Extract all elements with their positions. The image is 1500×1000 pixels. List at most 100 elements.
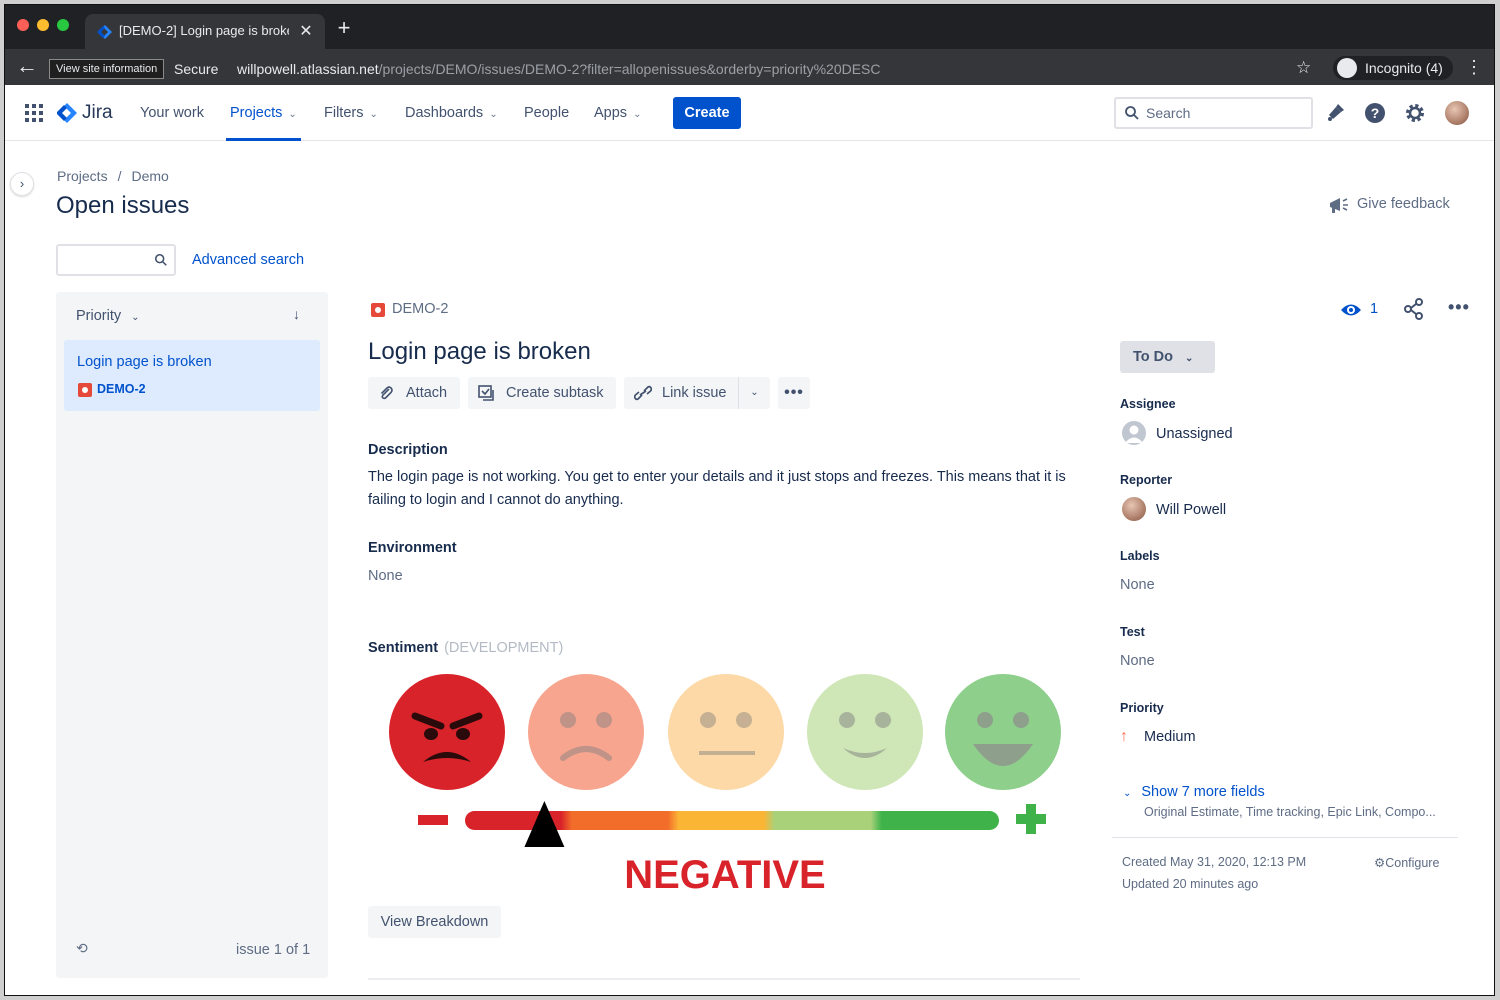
tab-title: [DEMO-2] Login page is broken — [119, 23, 289, 38]
configure-label: Configure — [1385, 856, 1440, 870]
user-avatar[interactable] — [1445, 101, 1469, 125]
breadcrumb-projects[interactable]: Projects — [57, 168, 108, 184]
site-info-tooltip: View site information — [49, 59, 165, 79]
nav-dashboards[interactable]: Dashboards ⌄ — [405, 85, 498, 141]
incognito-badge[interactable]: Incognito (4) — [1333, 56, 1453, 80]
sentiment-result-text: NEGATIVE — [624, 853, 826, 897]
refresh-icon[interactable]: ⟲ — [76, 940, 88, 957]
minimize-window-button[interactable] — [37, 19, 49, 31]
jira-wordmark: Jira — [82, 102, 113, 123]
environment-label: Environment — [368, 540, 457, 556]
assignee-value[interactable]: Unassigned — [1156, 426, 1233, 442]
incognito-label: Incognito (4) — [1365, 60, 1443, 76]
back-arrow-icon[interactable]: ← — [15, 55, 39, 77]
sentiment-label: Sentiment (DEVELOPMENT) — [368, 640, 563, 656]
watch-button[interactable]: 1 — [1340, 301, 1378, 323]
sentiment-title: Sentiment — [368, 640, 439, 656]
minus-sign-icon — [418, 815, 448, 825]
divider — [1112, 837, 1458, 838]
link-issue-button[interactable]: Link issue — [624, 377, 738, 409]
attach-label: Attach — [406, 385, 448, 401]
notifications-icon[interactable] — [1323, 101, 1347, 125]
breadcrumb-demo[interactable]: Demo — [131, 168, 168, 184]
app-switcher-icon[interactable] — [25, 104, 43, 122]
labels-value[interactable]: None — [1120, 577, 1155, 593]
create-button[interactable]: Create — [673, 97, 741, 129]
chevron-down-icon: ⌄ — [1185, 353, 1194, 364]
chevron-down-icon: ⌄ — [369, 109, 378, 120]
neutral-face-icon — [668, 674, 784, 790]
settings-gear-icon[interactable] — [1403, 101, 1427, 125]
issue-title[interactable]: Login page is broken — [368, 338, 591, 366]
chevron-down-icon: ⌄ — [131, 312, 140, 323]
maximize-window-button[interactable] — [57, 19, 69, 31]
top-navigation: Jira Your work Projects ⌄ Filters ⌄ Dashbo… — [5, 85, 1494, 141]
bookmark-star-icon[interactable]: ☆ — [1296, 58, 1311, 78]
search-icon — [1125, 106, 1139, 120]
megaphone-icon — [1330, 198, 1348, 213]
list-item-key: DEMO-2 — [97, 382, 146, 396]
nav-your-work[interactable]: Your work — [140, 85, 204, 141]
environment-value[interactable]: None — [368, 568, 403, 584]
close-tab-icon[interactable]: ✕ — [297, 21, 315, 41]
jira-favicon-icon — [97, 25, 112, 39]
view-breakdown-button[interactable]: View Breakdown — [368, 906, 501, 938]
link-icon — [634, 385, 652, 401]
nav-apps[interactable]: Apps ⌄ — [594, 85, 641, 141]
plus-sign-icon — [1016, 804, 1046, 834]
global-search-input[interactable]: Search — [1114, 97, 1313, 129]
show-more-fields-button[interactable]: ⌄ Show 7 more fields — [1123, 784, 1265, 800]
status-dropdown[interactable]: To Do ⌄ — [1120, 341, 1215, 373]
create-subtask-button[interactable]: Create subtask — [468, 377, 616, 409]
assignee-label: Assignee — [1120, 397, 1176, 411]
browser-tab[interactable]: [DEMO-2] Login page is broken ✕ — [85, 14, 325, 49]
close-window-button[interactable] — [17, 19, 29, 31]
help-icon[interactable]: ? — [1363, 101, 1387, 125]
issue-more-actions-icon[interactable]: ••• — [1448, 297, 1470, 318]
nav-filters[interactable]: Filters ⌄ — [324, 85, 378, 141]
new-tab-button[interactable]: + — [333, 17, 355, 39]
browser-menu-icon[interactable]: ⋮ — [1465, 57, 1483, 78]
sentiment-sublabel: (DEVELOPMENT) — [444, 640, 564, 656]
more-actions-icon[interactable]: ••• — [778, 377, 810, 409]
create-subtask-label: Create subtask — [506, 385, 604, 401]
share-icon[interactable] — [1403, 298, 1425, 320]
expand-sidebar-button[interactable]: › — [10, 172, 34, 196]
link-issue-label: Link issue — [662, 385, 727, 401]
priority-label: Priority — [1120, 701, 1164, 715]
list-item[interactable]: Login page is broken DEMO-2 — [64, 340, 320, 411]
unassigned-avatar-icon — [1122, 421, 1146, 445]
priority-value[interactable]: Medium — [1144, 729, 1196, 745]
sort-field-label: Priority — [76, 308, 122, 324]
nav-people[interactable]: People — [524, 85, 569, 141]
nav-projects[interactable]: Projects ⌄ — [226, 85, 301, 141]
labels-label: Labels — [1120, 549, 1160, 563]
sort-field-dropdown[interactable]: Priority ⌄ — [76, 308, 140, 324]
status-label: To Do — [1133, 349, 1173, 365]
divider — [368, 978, 1080, 980]
attach-button[interactable]: Attach — [368, 377, 460, 409]
page-title: Open issues — [56, 192, 190, 219]
svg-text:?: ? — [1371, 105, 1380, 121]
url-field[interactable]: willpowell.atlassian.net/projects/DEMO/i… — [237, 61, 881, 77]
test-value[interactable]: None — [1120, 653, 1155, 669]
give-feedback-label: Give feedback — [1357, 196, 1450, 212]
incognito-icon — [1337, 58, 1357, 78]
chevron-down-icon: ⌄ — [489, 109, 498, 120]
sort-direction-arrow-icon[interactable]: ↓ — [293, 306, 300, 322]
url-path: /projects/DEMO/issues/DEMO-2?filter=allo… — [378, 61, 881, 77]
address-bar-row: ← View site information Secure willpowel… — [5, 49, 1494, 85]
paperclip-icon — [380, 386, 393, 400]
issue-filter-input[interactable] — [56, 244, 176, 276]
watch-count: 1 — [1370, 301, 1379, 317]
reporter-value[interactable]: Will Powell — [1156, 502, 1226, 518]
secure-label[interactable]: Secure — [174, 61, 218, 77]
sentiment-gauge: NEGATIVE — [389, 674, 1061, 897]
search-placeholder: Search — [1146, 105, 1191, 121]
jira-logo[interactable]: Jira — [57, 101, 127, 125]
configure-button[interactable]: ⚙Configure — [1374, 855, 1439, 870]
advanced-search-link[interactable]: Advanced search — [192, 252, 304, 268]
description-text[interactable]: The login page is not working. You get t… — [368, 466, 1068, 512]
link-issue-dropdown-chevron-icon[interactable]: ⌄ — [738, 377, 770, 409]
browser-tab-bar: [DEMO-2] Login page is broken ✕ + — [5, 5, 1494, 49]
